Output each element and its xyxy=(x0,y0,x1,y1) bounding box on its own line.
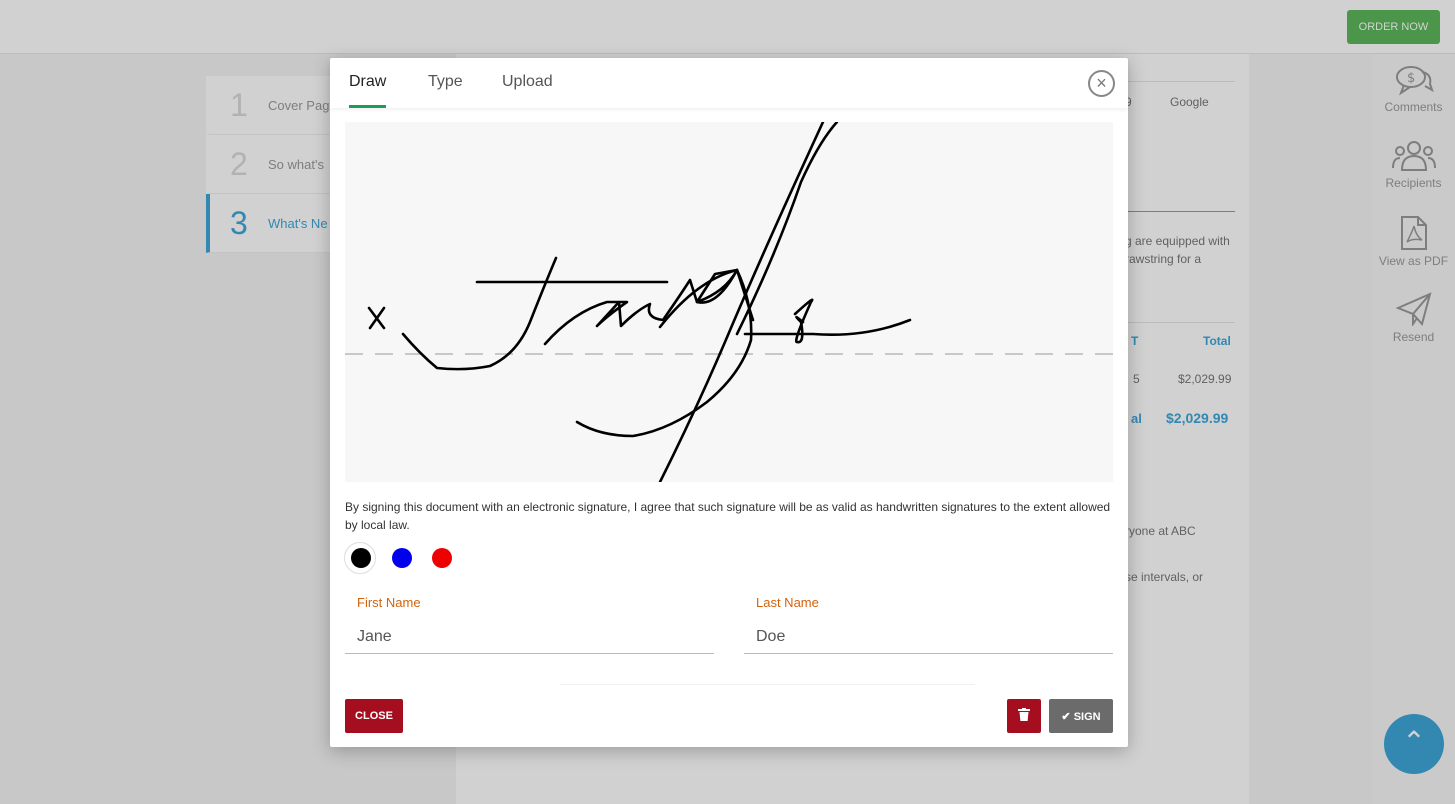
signature-drawing xyxy=(345,122,1113,482)
tab-draw[interactable]: Draw xyxy=(349,73,387,108)
signature-canvas[interactable] xyxy=(345,122,1113,482)
signature-tabs: Draw Type Upload × xyxy=(330,58,1128,108)
tab-type[interactable]: Type xyxy=(428,73,463,105)
trash-icon xyxy=(1018,708,1030,721)
tab-upload[interactable]: Upload xyxy=(502,73,553,105)
color-swatch-black[interactable] xyxy=(351,548,371,568)
color-swatch-red[interactable] xyxy=(432,548,452,568)
clear-signature-button[interactable] xyxy=(1007,699,1041,733)
sign-button[interactable]: ✔ SIGN xyxy=(1049,699,1113,733)
close-icon[interactable]: × xyxy=(1088,70,1115,97)
sign-button-label: SIGN xyxy=(1073,710,1101,723)
signature-modal: Draw Type Upload × By signing this docum… xyxy=(330,58,1128,747)
first-name-field[interactable] xyxy=(345,620,714,654)
last-name-field[interactable] xyxy=(744,620,1113,654)
divider xyxy=(560,684,975,685)
color-swatch-blue[interactable] xyxy=(392,548,412,568)
check-icon: ✔ xyxy=(1061,710,1071,723)
signature-strokes xyxy=(367,122,912,482)
close-button[interactable]: CLOSE xyxy=(345,699,403,733)
first-name-label: First Name xyxy=(357,595,421,610)
last-name-label: Last Name xyxy=(756,595,819,610)
consent-text: By signing this document with an electro… xyxy=(345,500,1111,532)
